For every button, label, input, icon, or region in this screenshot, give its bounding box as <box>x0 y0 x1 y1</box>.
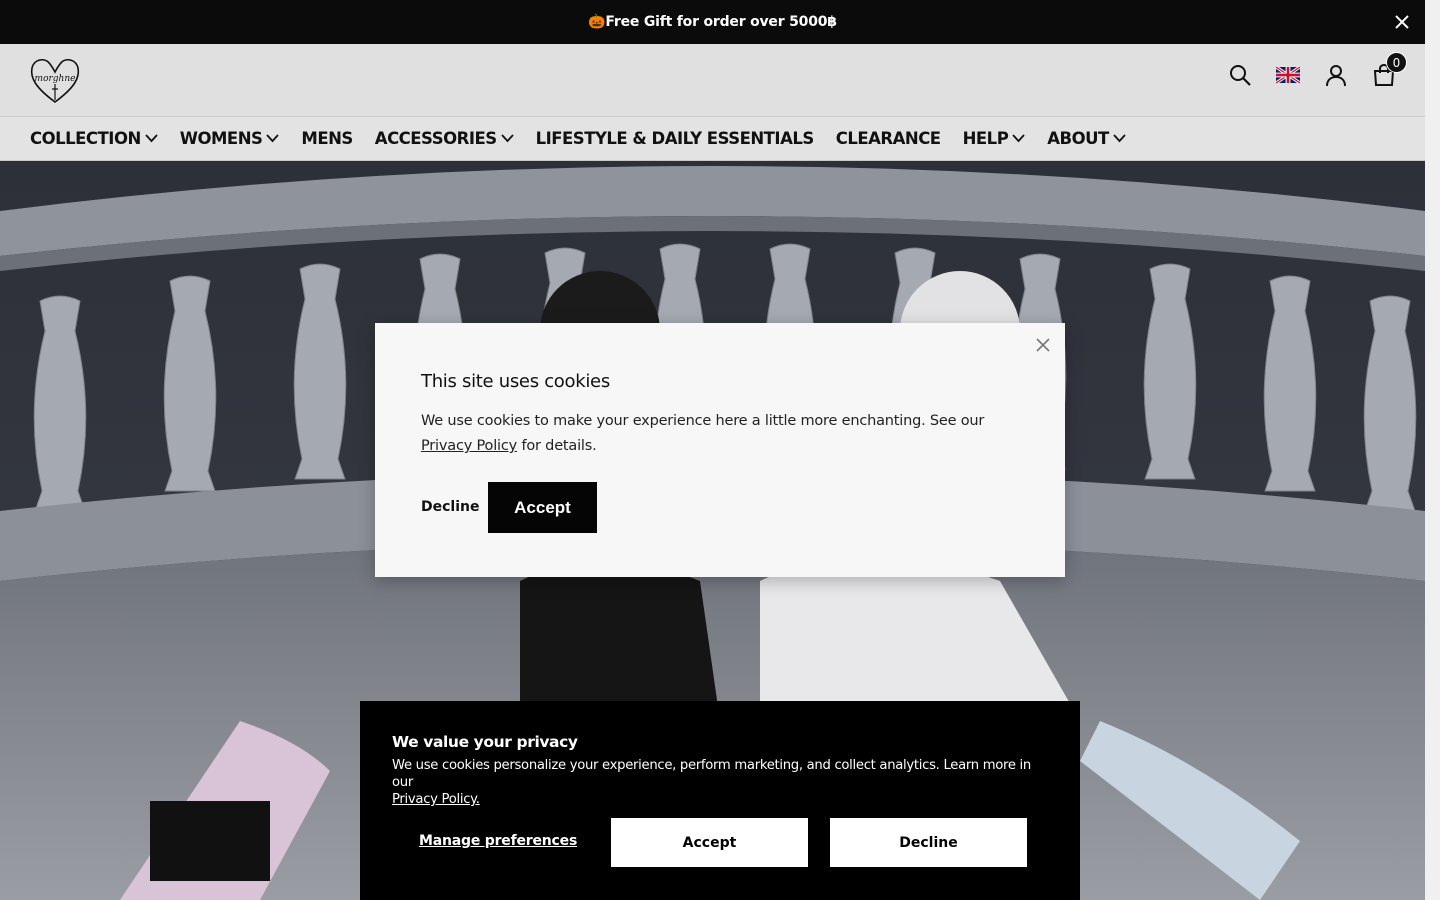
nav-item-clearance[interactable]: CLEARANCE <box>836 129 941 148</box>
nav-label: MENS <box>301 129 353 148</box>
nav-item-collection[interactable]: COLLECTION <box>30 129 158 148</box>
decline-button[interactable]: Decline <box>421 499 479 515</box>
nav-item-mens[interactable]: MENS <box>301 129 353 148</box>
page-scrollbar[interactable] <box>1425 0 1440 900</box>
main-nav: COLLECTION WOMENS MENS ACCESSORIES LIFES… <box>0 117 1425 161</box>
close-icon[interactable] <box>1035 337 1051 353</box>
privacy-banner: We value your privacy We use cookies per… <box>360 701 1080 900</box>
nav-label: COLLECTION <box>30 129 141 148</box>
privacy-policy-link[interactable]: Privacy Policy. <box>392 792 480 807</box>
chevron-down-icon <box>145 134 158 143</box>
nav-label: HELP <box>962 129 1009 148</box>
cookie-modal-body: We use cookies to make your experience h… <box>421 409 1021 459</box>
user-icon[interactable] <box>1323 62 1349 88</box>
cart-count-badge: 0 <box>1386 52 1407 73</box>
privacy-decline-button[interactable]: Decline <box>830 818 1027 867</box>
privacy-banner-desc: We use cookies personalize your experien… <box>392 757 1052 808</box>
manage-preferences-button[interactable]: Manage preferences <box>419 833 577 849</box>
cookie-modal: This site uses cookies We use cookies to… <box>375 323 1065 577</box>
svg-text:morghne: morghne <box>35 74 76 84</box>
nav-label: LIFESTYLE & DAILY ESSENTIALS <box>535 129 815 148</box>
privacy-accept-button[interactable]: Accept <box>611 818 808 867</box>
cart-icon[interactable]: 0 <box>1371 52 1407 88</box>
nav-item-lifestyle[interactable]: LIFESTYLE & DAILY ESSENTIALS <box>535 129 815 148</box>
logo[interactable]: morghne <box>28 54 82 106</box>
cookie-modal-title: This site uses cookies <box>421 371 610 392</box>
site-header: morghne 0 <box>0 44 1425 117</box>
privacy-policy-link[interactable]: Privacy Policy <box>421 438 517 454</box>
search-icon[interactable] <box>1227 62 1253 88</box>
nav-item-about[interactable]: ABOUT <box>1047 129 1126 148</box>
flag-uk-icon[interactable] <box>1275 62 1301 88</box>
nav-item-accessories[interactable]: ACCESSORIES <box>375 129 514 148</box>
nav-item-womens[interactable]: WOMENS <box>180 129 280 148</box>
announcement-bar: 🎃Free Gift for order over 5000฿ <box>0 0 1425 44</box>
nav-label: CLEARANCE <box>835 129 941 148</box>
privacy-banner-title: We value your privacy <box>392 733 578 751</box>
privacy-desc-text: We use cookies personalize your experien… <box>392 758 1031 790</box>
accept-button[interactable]: Accept <box>488 482 597 533</box>
chevron-down-icon <box>266 134 280 143</box>
chevron-down-icon <box>500 134 514 143</box>
nav-label: ABOUT <box>1047 129 1109 148</box>
nav-item-help[interactable]: HELP <box>963 129 1026 148</box>
chevron-down-icon <box>1012 134 1025 143</box>
announcement-text: 🎃Free Gift for order over 5000฿ <box>588 14 837 30</box>
nav-label: ACCESSORIES <box>374 129 497 148</box>
header-icons: 0 <box>1227 52 1407 88</box>
cookie-body-text: We use cookies to make your experience h… <box>421 413 985 429</box>
nav-label: WOMENS <box>179 129 263 148</box>
cookie-body-suffix: for details. <box>517 438 597 454</box>
close-icon[interactable] <box>1391 11 1413 33</box>
chevron-down-icon <box>1113 134 1126 143</box>
